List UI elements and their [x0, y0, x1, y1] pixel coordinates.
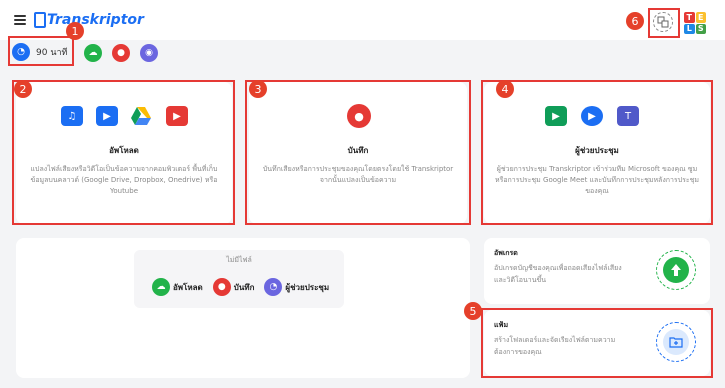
upgrade-button[interactable] — [656, 250, 696, 290]
tels-letter-l: L — [684, 23, 695, 34]
logo-text: Transkriptor — [47, 12, 144, 28]
record-icon: ● — [212, 278, 231, 296]
tels-letter-t: T — [684, 12, 695, 23]
upgrade-card[interactable]: อัพเกรด อัปเกรดบัญชีของคุณเพื่อถอดเสียงไ… — [484, 238, 710, 304]
annotation-badge-1: 1 — [66, 22, 84, 40]
tels-letter-e: E — [695, 12, 706, 23]
annotation-badge-6: 6 — [626, 12, 644, 30]
upgrade-desc: อัปเกรดบัญชีของคุณเพื่อถอดเสียงไฟล์เสียง… — [494, 264, 622, 284]
annotation-box-2 — [12, 80, 235, 225]
annotation-badge-4: 4 — [496, 80, 514, 98]
tels-logo[interactable]: T E L S — [684, 12, 706, 34]
annotation-box-4 — [481, 80, 713, 225]
upgrade-title: อัพเกรด — [494, 249, 518, 257]
assistant-icon: ◔ — [264, 278, 283, 296]
empty-upload-label: อัพโหลด — [173, 282, 203, 292]
annotation-box-6 — [648, 8, 680, 38]
empty-files-title: ไม่มีไฟล์ — [226, 256, 252, 264]
empty-files-state: ไม่มีไฟล์ ☁ อัพโหลด ● บันทึก ◔ ผู้ช่วยปร… — [134, 250, 344, 308]
menu-icon[interactable] — [14, 15, 26, 25]
annotation-badge-2: 2 — [14, 80, 32, 98]
annotation-badge-3: 3 — [249, 80, 267, 98]
empty-assistant-button[interactable]: ◔ ผู้ช่วยประชุม — [264, 278, 329, 296]
empty-record-label: บันทึก — [233, 282, 255, 292]
empty-assistant-label: ผู้ช่วยประชุม — [285, 282, 330, 292]
annotation-box-3 — [245, 80, 471, 225]
empty-upload-button[interactable]: ☁ อัพโหลด — [152, 278, 203, 296]
upload-icon: ☁ — [152, 278, 170, 296]
quick-record-icon[interactable]: ● — [112, 44, 130, 62]
app-logo[interactable]: Transkriptor — [34, 12, 144, 28]
annotation-box-5 — [481, 308, 713, 378]
logo-mark-icon — [34, 12, 46, 28]
empty-record-button[interactable]: ● บันทึก — [212, 278, 255, 296]
quick-upload-icon[interactable]: ☁ — [84, 44, 102, 62]
annotation-box-1 — [8, 36, 74, 66]
annotation-badge-5: 5 — [464, 302, 482, 320]
tels-letter-s: S — [695, 23, 706, 34]
top-bar: Transkriptor T E L S — [0, 0, 725, 40]
arrow-up-icon — [663, 257, 689, 283]
quick-assistant-icon[interactable]: ◉ — [140, 44, 158, 62]
